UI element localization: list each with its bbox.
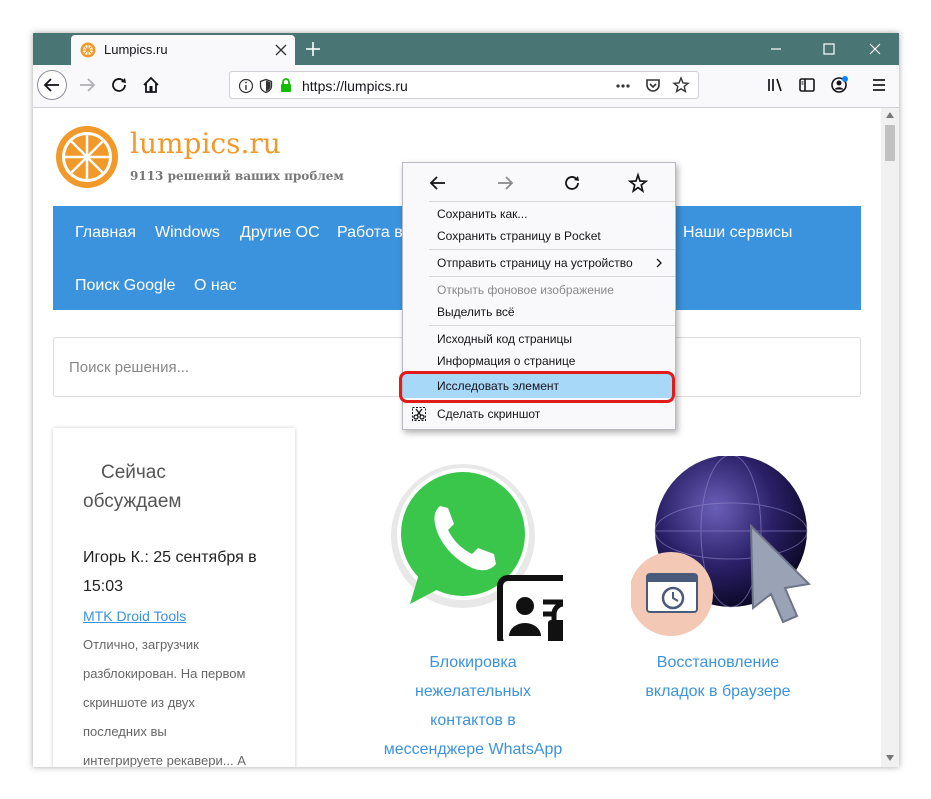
tab-title: Lumpics.ru [104,42,168,57]
url-text[interactable]: https://lumpics.ru [302,78,408,94]
submenu-chevron-icon [656,258,662,268]
scroll-down-arrow-icon[interactable] [885,754,895,762]
ctx-save-to-pocket[interactable]: Сохранить страницу в Pocket [437,226,601,246]
account-icon[interactable] [825,71,853,99]
menu-item-google-search[interactable]: Поиск Google [75,277,175,295]
ctx-select-all[interactable]: Выделить всё [437,302,515,322]
lumpics-orange-logo[interactable] [55,125,119,189]
comment-time: 15:03 [83,578,124,595]
library-icon[interactable] [761,71,789,99]
menu-item-other-os[interactable]: Другие ОС [240,224,320,242]
page-actions-icon[interactable] [614,78,632,94]
scrollbar-thumb[interactable] [885,125,895,161]
menu-separator [429,249,675,250]
card-whatsapp-title-line[interactable]: мессенджере WhatsApp [373,735,573,764]
scroll-up-arrow-icon[interactable] [885,111,895,119]
sidebar-toggle-icon[interactable] [793,71,821,99]
browser-tab[interactable]: Lumpics.ru [71,35,295,65]
menu-item-services[interactable]: Наши сервисы [683,224,792,242]
maximize-icon[interactable] [819,39,839,59]
menu-separator [429,325,675,326]
close-tab-icon[interactable] [271,40,291,60]
comment-text-line: Отлично, загрузчик [83,637,199,652]
sidebar-title-line1: Сейчас [101,462,166,483]
back-button[interactable] [37,70,67,100]
card-restore-title-line[interactable]: Восстановление [623,648,813,677]
menu-item-home[interactable]: Главная [75,224,136,242]
comment-author: Игорь К.: 25 сентября в [83,549,257,566]
comment-text-line: разблокирован. На первом [83,666,246,681]
ctx-open-background-image: Открыть фоновое изображение [437,283,614,297]
menu-separator [429,201,675,202]
ctx-reload-icon[interactable] [557,168,587,198]
card-restore-title-line[interactable]: вкладок в браузере [623,677,813,706]
ctx-send-to-device[interactable]: Отправить страницу на устройство [437,253,633,273]
card-whatsapp-title-line[interactable]: контактов в [378,706,568,735]
restore-tabs-globe-image[interactable] [631,456,811,636]
bookmark-star-icon[interactable] [672,76,690,94]
padlock-icon[interactable] [278,77,294,94]
menu-separator [429,276,675,277]
home-icon[interactable] [137,71,165,99]
hamburger-menu-icon[interactable] [865,71,893,99]
pocket-icon[interactable] [644,77,662,94]
card-whatsapp-title-line[interactable]: нежелательных [378,677,568,706]
comment-text-line: интегрируете рекавери... А [83,753,246,767]
navigation-toolbar: https://lumpics.ru [33,65,899,108]
site-logo-title[interactable]: lumpics.ru [130,127,281,160]
comment-article-link[interactable]: MTK Droid Tools [83,608,186,624]
whatsapp-blocked-contact-image[interactable] [388,456,563,641]
ctx-back-icon[interactable] [423,168,453,198]
screenshot-scissors-icon [412,407,426,421]
back-arrow-icon [43,78,59,92]
card-whatsapp-title-line[interactable]: Блокировка [378,648,568,677]
info-icon[interactable] [238,78,254,94]
highlight-annotation-ring [399,371,675,403]
ctx-forward-icon[interactable] [490,168,520,198]
url-bar[interactable]: https://lumpics.ru [229,71,699,99]
menu-item-work[interactable]: Работа в [337,224,403,242]
menu-item-about[interactable]: О нас [194,277,237,295]
ctx-take-screenshot[interactable]: Сделать скриншот [437,404,540,424]
comment-text-line: скриншоте из двух [83,695,195,710]
tracking-shield-icon[interactable] [258,78,274,94]
ctx-view-page-info[interactable]: Информация о странице [437,351,575,371]
title-bar: Lumpics.ru [33,33,899,65]
search-placeholder: Поиск решения... [69,359,190,376]
reload-icon[interactable] [105,71,133,99]
ctx-view-page-source[interactable]: Исходный код страницы [437,329,572,349]
site-logo-subtitle: 9113 решений ваших проблем [130,169,344,183]
orange-favicon-icon [80,42,96,58]
menu-item-windows[interactable]: Windows [155,224,220,242]
forward-arrow-icon[interactable] [73,71,101,99]
minimize-icon[interactable] [766,39,786,59]
ctx-save-as[interactable]: Сохранить как... [437,204,527,224]
discussion-sidebar: Сейчас обсуждаем Игорь К.: 25 сентября в… [53,428,295,767]
sidebar-title-line2: обсуждаем [83,491,182,512]
new-tab-plus-icon[interactable] [303,39,323,59]
ctx-bookmark-star-icon[interactable] [623,168,653,198]
vertical-scrollbar[interactable] [881,108,899,767]
comment-text-line: последних вы [83,724,167,739]
close-window-icon[interactable] [865,39,885,59]
